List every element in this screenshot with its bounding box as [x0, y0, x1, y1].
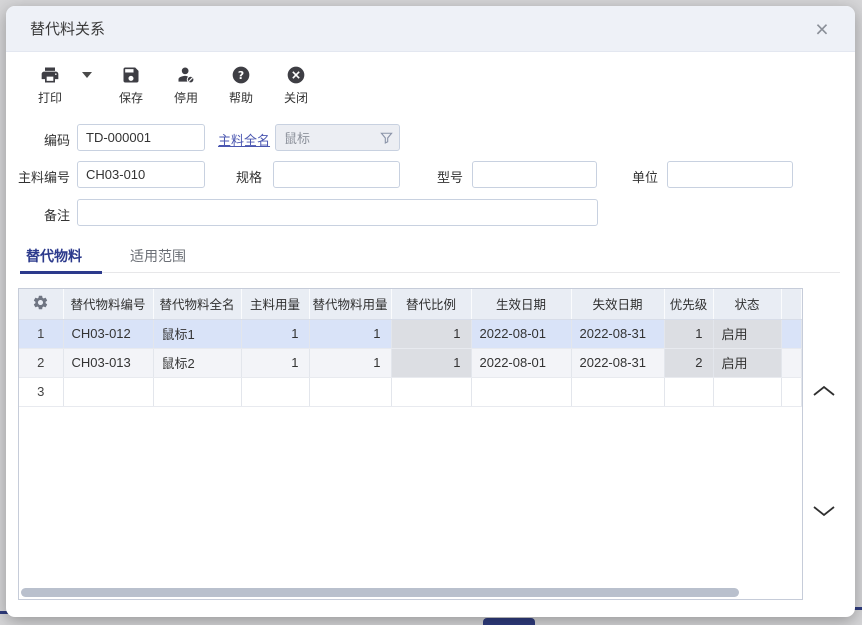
- row-number[interactable]: 3: [19, 377, 63, 406]
- remark-input[interactable]: [77, 199, 598, 226]
- column-header-end-date: 失效日期: [571, 289, 664, 319]
- disable-user-icon: [176, 64, 197, 85]
- column-header-status: 状态: [713, 289, 781, 319]
- cell-sub-qty[interactable]: 1: [309, 348, 391, 377]
- cell-filler: [781, 348, 802, 377]
- cell-start-date[interactable]: 2022-08-01: [471, 348, 571, 377]
- row-number[interactable]: 2: [19, 348, 63, 377]
- cell-main-qty[interactable]: [241, 377, 309, 406]
- column-header-priority: 优先级: [664, 289, 713, 319]
- cell-status[interactable]: [713, 377, 781, 406]
- tab-applicable-scope[interactable]: 适用范围: [124, 240, 206, 272]
- save-button[interactable]: 保存: [109, 64, 153, 106]
- print-button[interactable]: 打印: [28, 64, 72, 106]
- dialog-close-icon[interactable]: ×: [807, 14, 837, 44]
- cell-ratio[interactable]: [391, 377, 471, 406]
- close-label: 关闭: [284, 89, 308, 106]
- cell-status[interactable]: 启用: [713, 348, 781, 377]
- print-label: 打印: [38, 89, 62, 106]
- column-header-sub-name: 替代物料全名: [153, 289, 241, 319]
- horizontal-scrollbar-thumb[interactable]: [21, 588, 739, 597]
- cell-filler: [781, 319, 802, 348]
- close-button[interactable]: 关闭: [274, 64, 318, 106]
- cell-sub-code[interactable]: CH03-012: [63, 319, 153, 348]
- spec-label: 规格: [198, 167, 262, 186]
- table-row[interactable]: 2CH03-013鼠标21112022-08-012022-08-312启用: [19, 348, 802, 377]
- move-row-down-button[interactable]: [809, 498, 839, 524]
- unit-label: 单位: [594, 167, 658, 186]
- background-page-button: [483, 618, 535, 625]
- code-label: 编码: [6, 130, 70, 149]
- svg-text:?: ?: [238, 68, 244, 81]
- cell-main-qty[interactable]: 1: [241, 319, 309, 348]
- dialog-titlebar: 替代料关系 ×: [6, 6, 855, 52]
- substitute-relation-dialog: 替代料关系 × 打印 保存 停用: [6, 6, 855, 617]
- code-input[interactable]: [77, 124, 205, 151]
- filter-funnel-icon[interactable]: [378, 129, 395, 146]
- cell-sub-code[interactable]: CH03-013: [63, 348, 153, 377]
- grid-body: 1CH03-012鼠标11112022-08-012022-08-311启用2C…: [19, 319, 802, 406]
- column-header-sub-code: 替代物料编号: [63, 289, 153, 319]
- cell-end-date[interactable]: 2022-08-31: [571, 348, 664, 377]
- cell-sub-qty[interactable]: [309, 377, 391, 406]
- row-number[interactable]: 1: [19, 319, 63, 348]
- grid-header-filler: [781, 289, 802, 319]
- model-label: 型号: [399, 167, 463, 186]
- cell-status[interactable]: 启用: [713, 319, 781, 348]
- cell-priority[interactable]: [664, 377, 713, 406]
- unit-input[interactable]: [667, 161, 793, 188]
- column-header-main-qty: 主料用量: [241, 289, 309, 319]
- move-row-up-button[interactable]: [809, 378, 839, 404]
- print-dropdown-caret-icon[interactable]: [82, 72, 92, 78]
- cell-priority[interactable]: 1: [664, 319, 713, 348]
- save-label: 保存: [119, 89, 143, 106]
- disable-label: 停用: [174, 89, 198, 106]
- main-material-name-link[interactable]: 主料全名: [218, 130, 270, 149]
- remark-label: 备注: [6, 205, 70, 224]
- cell-sub-name[interactable]: 鼠标2: [153, 348, 241, 377]
- cell-sub-code[interactable]: [63, 377, 153, 406]
- cell-end-date[interactable]: 2022-08-31: [571, 319, 664, 348]
- cell-ratio[interactable]: 1: [391, 319, 471, 348]
- column-header-ratio: 替代比例: [391, 289, 471, 319]
- cell-filler: [781, 377, 802, 406]
- grid-header-row: 替代物料编号替代物料全名主料用量替代物料用量替代比例生效日期失效日期优先级状态: [19, 289, 802, 319]
- substitute-grid: 替代物料编号替代物料全名主料用量替代物料用量替代比例生效日期失效日期优先级状态 …: [18, 288, 803, 600]
- main-material-code-input[interactable]: [77, 161, 205, 188]
- cell-main-qty[interactable]: 1: [241, 348, 309, 377]
- cell-priority[interactable]: 2: [664, 348, 713, 377]
- column-header-start-date: 生效日期: [471, 289, 571, 319]
- cell-sub-name[interactable]: 鼠标1: [153, 319, 241, 348]
- main-material-code-label: 主料编号: [6, 167, 70, 186]
- cell-sub-name[interactable]: [153, 377, 241, 406]
- model-input[interactable]: [472, 161, 597, 188]
- cell-sub-qty[interactable]: 1: [309, 319, 391, 348]
- cell-start-date[interactable]: 2022-08-01: [471, 319, 571, 348]
- help-button[interactable]: ? 帮助: [219, 64, 263, 106]
- main-material-name-field: [275, 124, 400, 151]
- gear-icon: [32, 300, 49, 314]
- grid-settings-header[interactable]: [19, 289, 63, 319]
- cell-ratio[interactable]: 1: [391, 348, 471, 377]
- printer-icon: [40, 64, 61, 85]
- tab-bar: 替代物料 适用范围: [20, 240, 840, 273]
- help-label: 帮助: [229, 89, 253, 106]
- dialog-title: 替代料关系: [30, 18, 105, 39]
- table-row[interactable]: 3: [19, 377, 802, 406]
- tab-substitute-materials[interactable]: 替代物料: [20, 240, 102, 274]
- close-circle-icon: [286, 64, 307, 85]
- cell-start-date[interactable]: [471, 377, 571, 406]
- column-header-sub-qty: 替代物料用量: [309, 289, 391, 319]
- toolbar: 打印 保存 停用 ?: [28, 64, 318, 106]
- cell-end-date[interactable]: [571, 377, 664, 406]
- spec-input[interactable]: [273, 161, 400, 188]
- save-icon: [121, 64, 142, 85]
- table-row[interactable]: 1CH03-012鼠标11112022-08-012022-08-311启用: [19, 319, 802, 348]
- disable-button[interactable]: 停用: [164, 64, 208, 106]
- help-icon: ?: [231, 64, 252, 85]
